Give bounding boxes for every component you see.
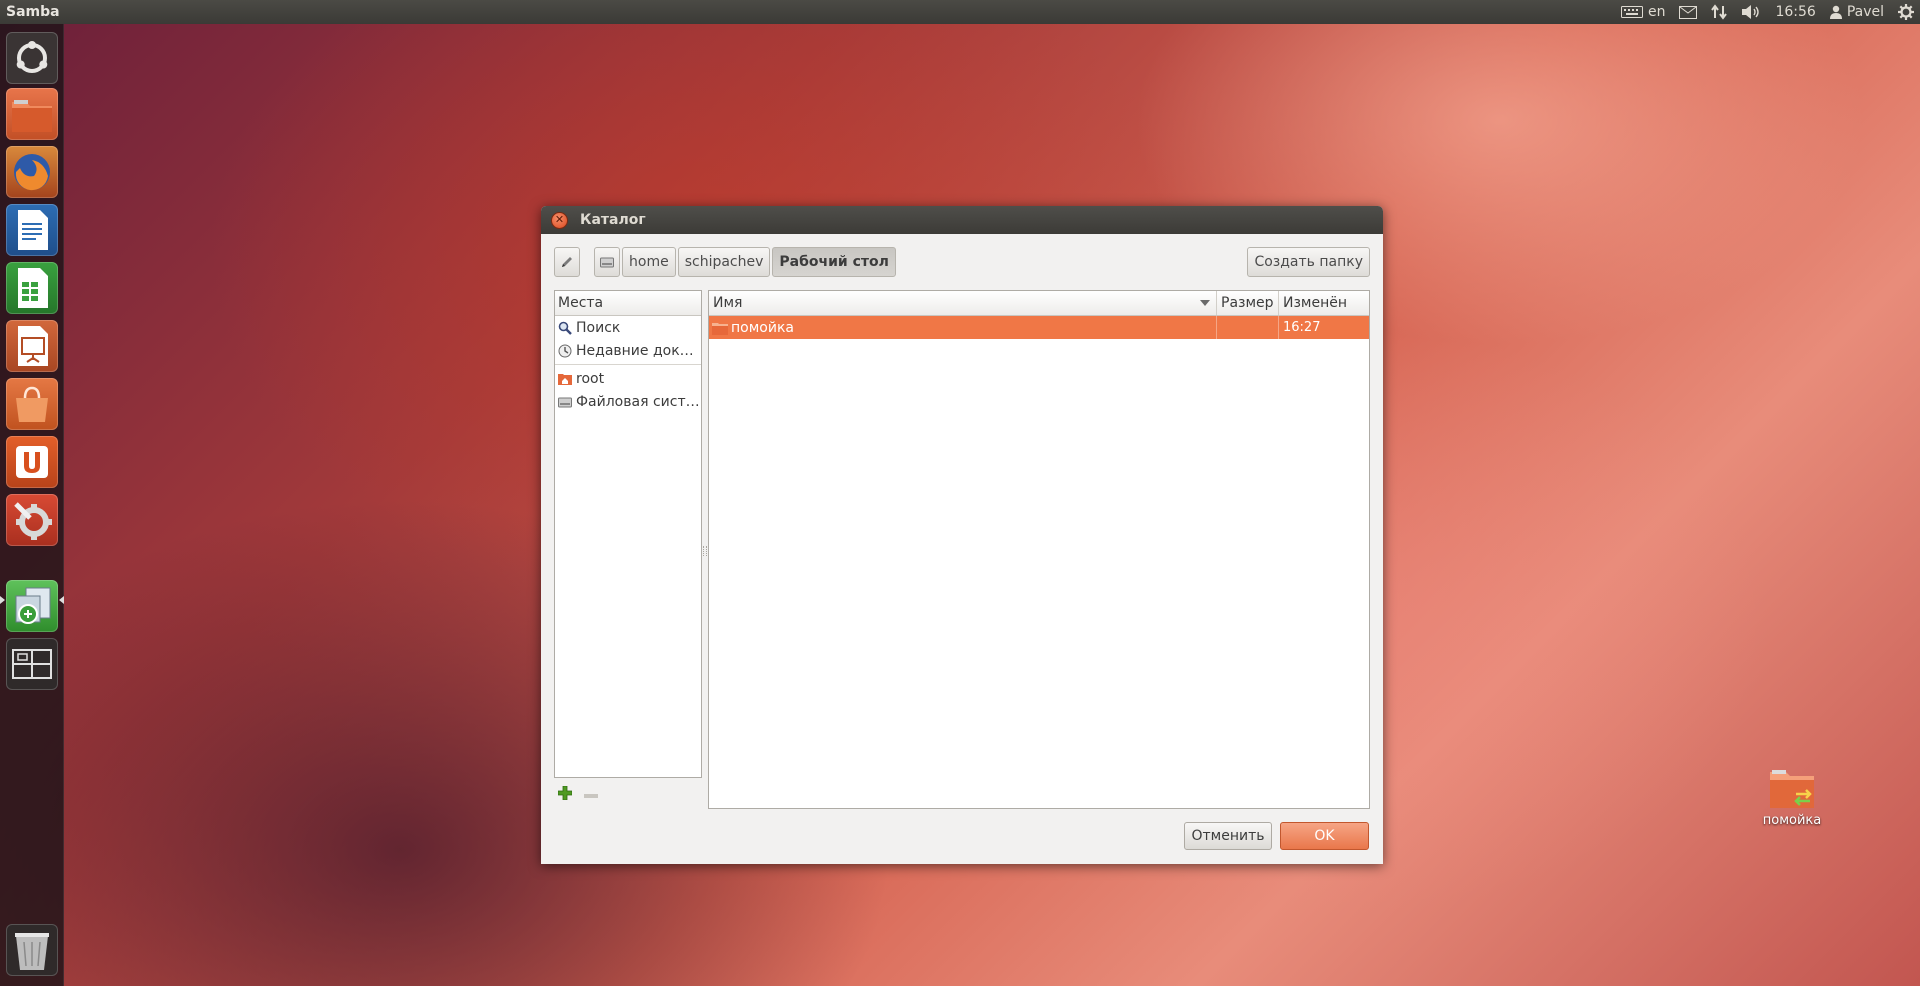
launcher xyxy=(0,24,64,986)
launcher-writer[interactable] xyxy=(6,204,58,256)
firefox-icon xyxy=(14,154,50,191)
ubuntu-dash-icon xyxy=(16,41,48,73)
launcher-workspaces[interactable] xyxy=(6,638,58,690)
keyboard-layout-label: en xyxy=(1647,4,1666,20)
network-icon xyxy=(1711,4,1728,20)
path-button-schipachev[interactable]: schipachev xyxy=(677,247,771,277)
launcher-files[interactable] xyxy=(6,88,58,140)
mail-indicator[interactable] xyxy=(1679,5,1698,19)
recent-documents-icon xyxy=(558,344,572,357)
shared-folder-icon xyxy=(1770,770,1814,808)
workspaces-icon xyxy=(12,649,52,679)
files-icon xyxy=(12,100,52,132)
place-label: Файловая сист… xyxy=(576,393,700,410)
file-row[interactable]: помойка 16:27 xyxy=(709,316,1369,339)
network-indicator[interactable] xyxy=(1711,4,1728,20)
place-label: Поиск xyxy=(576,319,621,336)
launcher-firefox[interactable] xyxy=(6,146,58,198)
file-modified: 16:27 xyxy=(1283,320,1321,335)
plus-icon xyxy=(557,785,573,801)
file-list-header: Имя Размер Изменён xyxy=(709,291,1369,316)
hard-disk-icon xyxy=(600,257,614,268)
user-icon xyxy=(1829,5,1842,19)
user-name: Pavel xyxy=(1846,4,1884,20)
desktop-folder-label: помойка xyxy=(1762,813,1822,828)
volume-icon xyxy=(1742,5,1760,19)
search-icon xyxy=(558,321,572,335)
launcher-calc[interactable] xyxy=(6,262,58,314)
places-separator xyxy=(555,364,701,365)
mail-icon xyxy=(1679,5,1698,19)
minus-icon xyxy=(584,794,598,798)
place-recent[interactable]: Недавние доку… xyxy=(555,339,701,362)
column-modified[interactable]: Изменён xyxy=(1279,291,1369,315)
keyboard-indicator[interactable]: en xyxy=(1620,4,1666,20)
launcher-focus-indicator xyxy=(59,596,64,604)
calc-icon xyxy=(18,268,48,308)
sort-descending-icon xyxy=(1200,300,1210,306)
trash-icon xyxy=(15,933,49,970)
launcher-trash[interactable] xyxy=(6,924,58,976)
software-center-icon xyxy=(16,386,48,422)
launcher-ubuntu-one[interactable] xyxy=(6,436,58,488)
writer-icon xyxy=(18,210,48,250)
edit-location-button[interactable] xyxy=(554,247,580,277)
file-size xyxy=(1217,316,1279,339)
system-settings-icon xyxy=(14,502,52,540)
places-header[interactable]: Места xyxy=(555,291,701,316)
column-name[interactable]: Имя xyxy=(709,291,1217,315)
volume-indicator[interactable] xyxy=(1741,4,1761,20)
path-button-desktop[interactable]: Рабочий стол xyxy=(772,247,896,277)
ok-button[interactable]: OK xyxy=(1280,822,1369,850)
place-root[interactable]: root xyxy=(555,367,701,390)
close-icon: ✕ xyxy=(554,212,565,226)
samba-app-icon xyxy=(15,587,51,624)
clock-label: 16:56 xyxy=(1775,4,1816,20)
top-panel: Samba en 16:56 Pavel xyxy=(0,0,1920,24)
root-path-button[interactable] xyxy=(594,247,620,277)
gear-icon xyxy=(1898,4,1914,20)
launcher-impress[interactable] xyxy=(6,320,58,372)
session-menu[interactable] xyxy=(1898,4,1914,20)
user-menu[interactable]: Pavel xyxy=(1829,4,1884,20)
launcher-active-indicator xyxy=(0,596,5,604)
column-name-label: Имя xyxy=(713,295,743,311)
places-pane: Места Поиск Недавние доку… root Файловая… xyxy=(554,290,702,778)
desktop-folder[interactable]: помойка xyxy=(1754,768,1830,828)
app-title: Samba xyxy=(6,4,60,20)
pane-splitter[interactable] xyxy=(703,546,707,556)
places-actions xyxy=(557,785,598,804)
place-search[interactable]: Поиск xyxy=(555,316,701,339)
directory-dialog: ✕ Каталог home schipachev Рабочий стол С… xyxy=(541,206,1383,864)
ubuntu-one-icon xyxy=(16,446,48,478)
dialog-title: Каталог xyxy=(580,212,646,228)
file-name-cell: помойка xyxy=(709,316,1217,339)
create-folder-button[interactable]: Создать папку xyxy=(1247,247,1370,277)
launcher-software-center[interactable] xyxy=(6,378,58,430)
remove-bookmark-button[interactable] xyxy=(584,787,598,803)
keyboard-icon xyxy=(1620,6,1643,18)
hard-disk-icon xyxy=(558,397,572,407)
cancel-button[interactable]: Отменить xyxy=(1184,822,1272,850)
place-filesystem[interactable]: Файловая сист… xyxy=(555,390,701,413)
launcher-samba[interactable] xyxy=(6,580,58,632)
indicator-area: en 16:56 Pavel xyxy=(1620,4,1920,20)
column-size[interactable]: Размер xyxy=(1217,291,1279,315)
dialog-titlebar[interactable]: ✕ Каталог xyxy=(541,206,1383,234)
launcher-system-settings[interactable] xyxy=(6,494,58,546)
folder-icon xyxy=(712,322,728,335)
path-toolbar: home schipachev Рабочий стол Создать пап… xyxy=(554,247,1370,277)
file-name: помойка xyxy=(731,319,794,336)
path-button-home[interactable]: home xyxy=(622,247,676,277)
impress-icon xyxy=(18,326,48,366)
clock[interactable]: 16:56 xyxy=(1775,4,1815,20)
file-list: Имя Размер Изменён помойка 16:27 xyxy=(708,290,1370,809)
place-label: Недавние доку… xyxy=(576,342,701,359)
close-button[interactable]: ✕ xyxy=(551,211,568,229)
place-label: root xyxy=(576,370,605,387)
launcher-dash[interactable] xyxy=(6,32,58,84)
pencil-icon xyxy=(562,257,572,267)
home-folder-icon xyxy=(558,374,572,385)
add-bookmark-button[interactable] xyxy=(557,785,573,804)
